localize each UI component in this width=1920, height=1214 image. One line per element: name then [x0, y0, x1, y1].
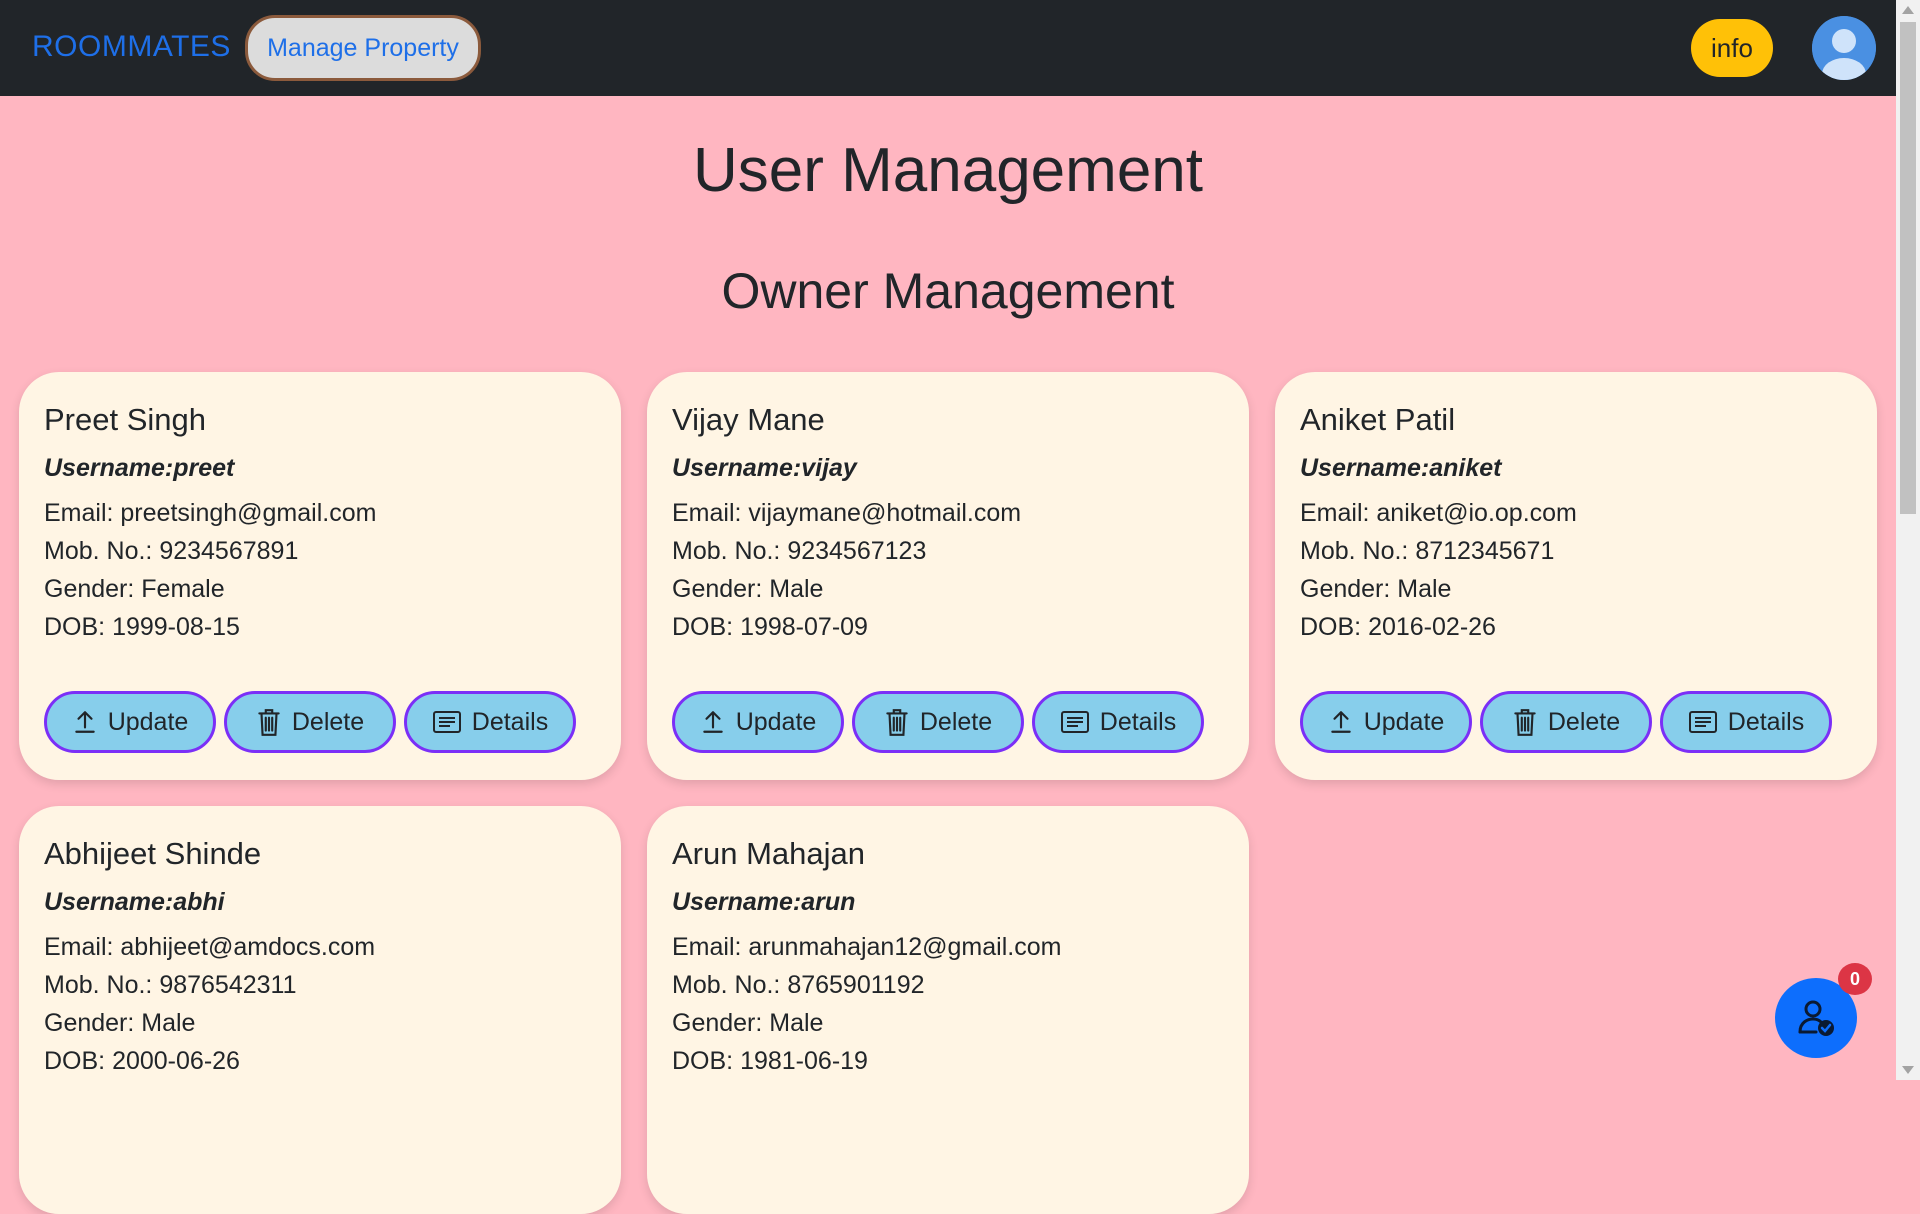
trash-icon — [1514, 709, 1536, 736]
details-icon — [1688, 711, 1717, 733]
owner-gender: Gender: Female — [44, 575, 225, 603]
details-label: Details — [1727, 707, 1805, 736]
owner-dob: DOB: 2000-06-26 — [44, 1047, 240, 1075]
owner-mobile: Mob. No.: 9234567123 — [672, 537, 927, 565]
upload-icon — [1330, 711, 1351, 733]
owner-card: Abhijeet Shinde Username:abhi Email: abh… — [19, 806, 621, 1214]
scrollbar[interactable] — [1896, 0, 1920, 1080]
delete-label: Delete — [919, 707, 993, 736]
owner-gender: Gender: Male — [672, 575, 824, 603]
scroll-thumb[interactable] — [1900, 22, 1916, 514]
owner-email: Email: abhijeet@amdocs.com — [44, 933, 376, 961]
owner-card: Aniket Patil Username:aniket Email: anik… — [1275, 372, 1877, 780]
update-label: Update — [1363, 707, 1445, 736]
details-label: Details — [471, 707, 549, 736]
trash-icon — [886, 709, 908, 736]
owner-dob: DOB: 1998-07-09 — [672, 613, 868, 641]
owner-mobile: Mob. No.: 8712345671 — [1300, 537, 1555, 565]
delete-button[interactable]: Delete — [224, 691, 396, 753]
details-label: Details — [1099, 707, 1177, 736]
owner-email: Email: vijaymane@hotmail.com — [672, 499, 1022, 527]
owner-name: Vijay Mane — [672, 402, 825, 437]
owner-name: Aniket Patil — [1300, 402, 1456, 437]
owner-username: Username:vijay — [672, 454, 857, 482]
owner-username: Username:preet — [44, 454, 235, 482]
owner-dob: DOB: 1999-08-15 — [44, 613, 240, 641]
delete-label: Delete — [1547, 707, 1621, 736]
details-button[interactable]: Details — [404, 691, 576, 753]
owner-name: Preet Singh — [44, 402, 206, 437]
user-check-icon — [1798, 1000, 1834, 1036]
upload-icon — [702, 711, 723, 733]
user-avatar-icon[interactable] — [1812, 16, 1876, 80]
owner-email: Email: preetsingh@gmail.com — [44, 499, 377, 527]
owner-gender: Gender: Male — [44, 1009, 196, 1037]
owner-email: Email: aniket@io.op.com — [1300, 499, 1577, 527]
delete-label: Delete — [291, 707, 365, 736]
section-title: Owner Management — [721, 263, 1175, 319]
owner-email: Email: arunmahajan12@gmail.com — [672, 933, 1062, 961]
upload-icon — [74, 711, 95, 733]
owner-username: Username:abhi — [44, 888, 225, 916]
owner-dob: DOB: 2016-02-26 — [1300, 613, 1496, 641]
owner-dob: DOB: 1981-06-19 — [672, 1047, 868, 1075]
trash-icon — [258, 709, 280, 736]
details-icon — [1060, 711, 1089, 733]
notification-badge: 0 — [1838, 963, 1872, 995]
update-button[interactable]: Update — [44, 691, 216, 753]
details-button[interactable]: Details — [1660, 691, 1832, 753]
owner-name: Arun Mahajan — [672, 836, 866, 871]
details-button[interactable]: Details — [1032, 691, 1204, 753]
delete-button[interactable]: Delete — [852, 691, 1024, 753]
owner-username: Username:arun — [672, 888, 856, 916]
owner-gender: Gender: Male — [672, 1009, 824, 1037]
manage-property-button[interactable]: Manage Property — [245, 15, 481, 81]
update-label: Update — [735, 707, 817, 736]
update-button[interactable]: Update — [1300, 691, 1472, 753]
delete-button[interactable]: Delete — [1480, 691, 1652, 753]
update-button[interactable]: Update — [672, 691, 844, 753]
page-title: User Management — [692, 136, 1204, 205]
owner-card: Vijay Mane Username:vijay Email: vijayma… — [647, 372, 1249, 780]
owner-card: Preet Singh Username:preet Email: preets… — [19, 372, 621, 780]
owner-mobile: Mob. No.: 9876542311 — [44, 971, 297, 999]
owner-gender: Gender: Male — [1300, 575, 1452, 603]
owner-username: Username:aniket — [1300, 454, 1502, 482]
owner-card: Arun Mahajan Username:arun Email: arunma… — [647, 806, 1249, 1214]
info-button[interactable]: info — [1691, 19, 1773, 77]
scroll-down-icon[interactable] — [1902, 1066, 1914, 1074]
owner-name: Abhijeet Shinde — [44, 836, 262, 871]
brand-link[interactable]: ROOMMATES — [32, 30, 231, 64]
owner-mobile: Mob. No.: 8765901192 — [672, 971, 925, 999]
navbar: ROOMMATES Manage Property info — [0, 0, 1896, 96]
scroll-up-icon[interactable] — [1902, 6, 1914, 14]
details-icon — [432, 711, 461, 733]
update-label: Update — [107, 707, 189, 736]
owner-mobile: Mob. No.: 9234567891 — [44, 537, 299, 565]
